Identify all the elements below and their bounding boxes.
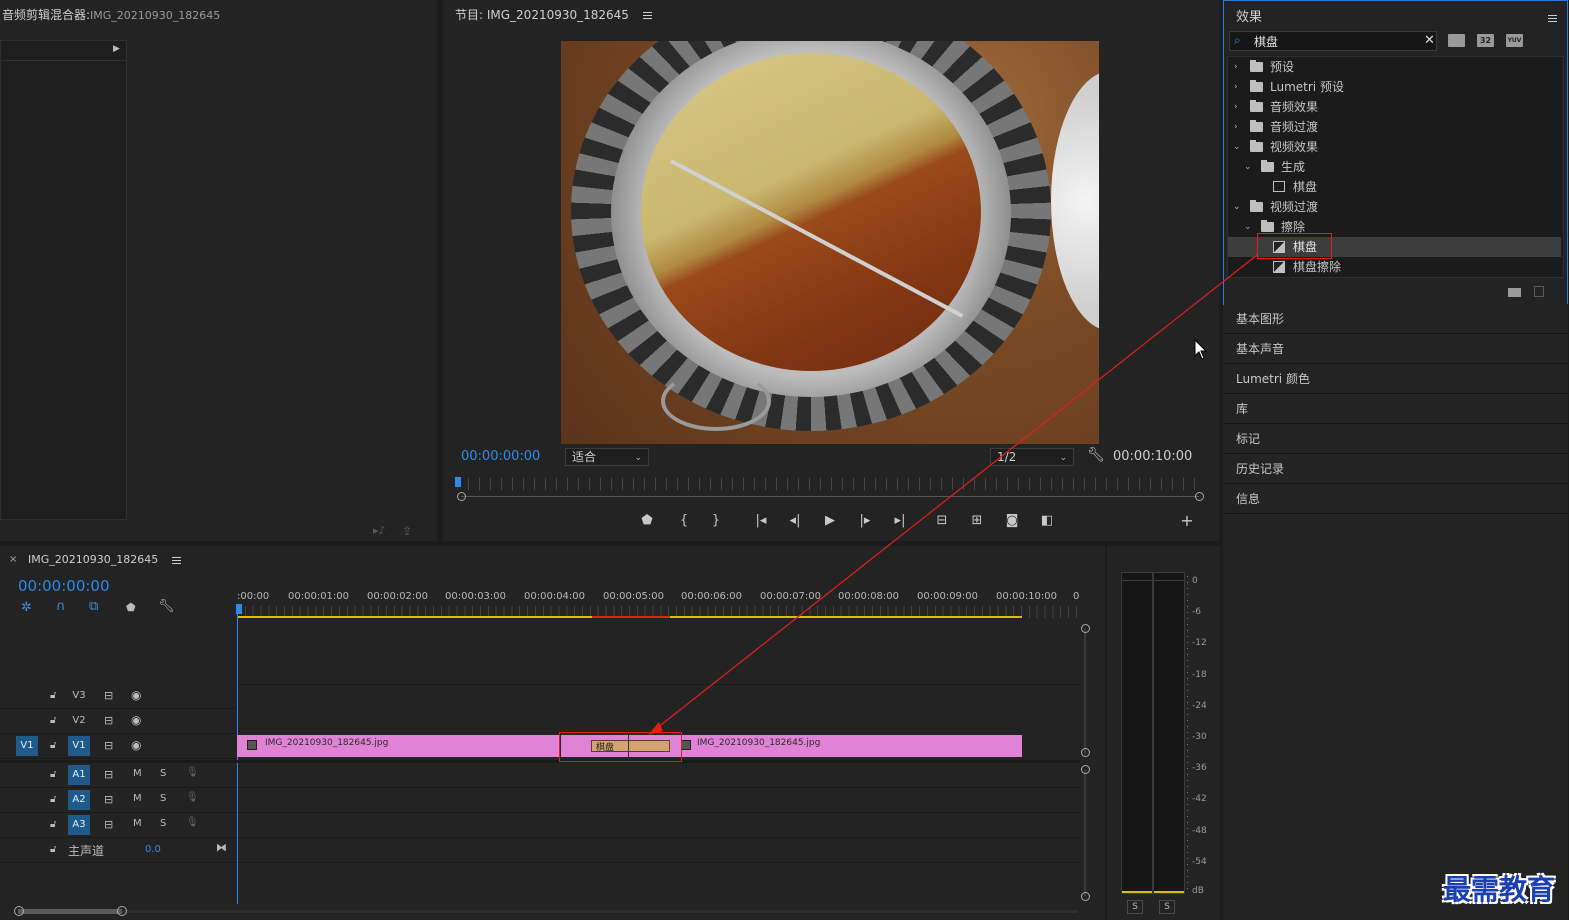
annotation-arrow (648, 254, 1258, 735)
watermark-logo: 最需教育 (1443, 873, 1556, 906)
